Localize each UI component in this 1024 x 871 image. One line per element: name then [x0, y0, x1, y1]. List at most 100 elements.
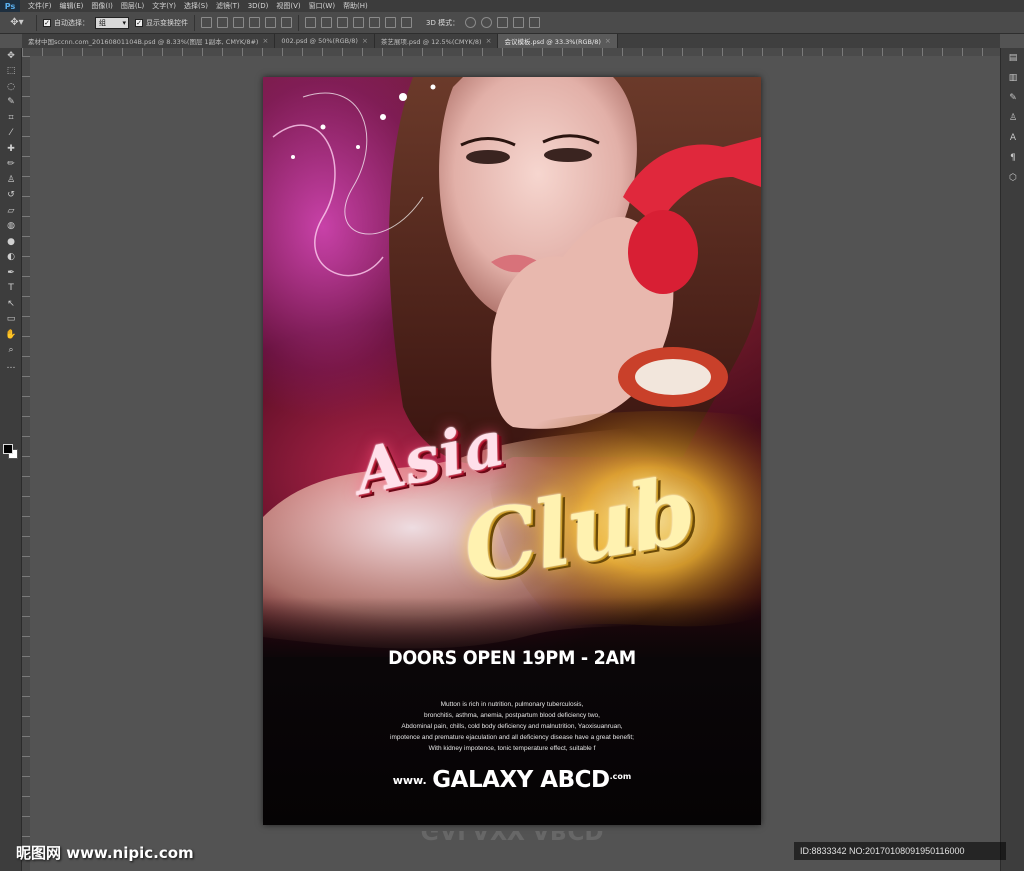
divider	[194, 14, 195, 31]
body-line: impotence and premature ejaculation and …	[390, 734, 634, 741]
dodge-tool-icon[interactable]: ◐	[0, 250, 22, 266]
drag-3d-icon[interactable]	[497, 17, 509, 28]
sparkle	[320, 124, 326, 130]
menu-layer[interactable]: 图层(L)	[117, 0, 148, 12]
shape-tool-icon[interactable]: ▭	[0, 312, 22, 328]
menu-3d[interactable]: 3D(D)	[244, 0, 273, 12]
menu-help[interactable]: 帮助(H)	[339, 0, 372, 12]
paint-bucket-tool-icon[interactable]: ◍	[0, 219, 22, 235]
auto-select-dropdown[interactable]: 组	[95, 16, 129, 29]
checkbox-checked-icon[interactable]: ✓	[135, 18, 143, 27]
scale-3d-icon[interactable]	[529, 17, 541, 28]
rotate-3d-icon[interactable]	[465, 17, 477, 28]
watermark-site: 昵图网 www.nipic.com	[16, 844, 194, 862]
distribute-bottom-icon[interactable]	[337, 17, 348, 28]
move-tool-icon[interactable]: ✥▾	[4, 15, 30, 31]
align-top-icon[interactable]	[201, 17, 212, 28]
menu-type[interactable]: 文字(Y)	[148, 0, 180, 12]
divider	[36, 14, 37, 31]
brush-tool-icon[interactable]: ✏	[0, 157, 22, 173]
crop-tool-icon[interactable]: ⌗	[0, 110, 22, 126]
menu-select[interactable]: 选择(S)	[180, 0, 212, 12]
roll-3d-icon[interactable]	[481, 17, 493, 28]
menu-bar: Ps 文件(F) 编辑(E) 图像(I) 图层(L) 文字(Y) 选择(S) 滤…	[0, 0, 1024, 12]
foreground-color-swatch[interactable]	[3, 444, 13, 454]
clone-stamp-tool-icon[interactable]: ♙	[0, 172, 22, 188]
marquee-tool-icon[interactable]: ⬚	[0, 64, 22, 80]
zoom-tool-icon[interactable]: ⌕	[0, 343, 22, 359]
align-vcenter-icon[interactable]	[217, 17, 228, 28]
auto-select-checkbox[interactable]: ✓ 自动选择：	[43, 18, 89, 28]
blur-tool-icon[interactable]: ●	[0, 234, 22, 250]
hand-tool-icon[interactable]: ✋	[0, 327, 22, 343]
collapsed-panels: ▤ ▥ ✎ ♙ A ¶ ⬡	[1000, 48, 1024, 871]
type-tool-icon[interactable]: T	[0, 281, 22, 297]
document-canvas[interactable]: Asia Club DOORS OPEN 19PM - 2AM Mutton i…	[30, 56, 1000, 871]
align-right-icon[interactable]	[281, 17, 292, 28]
tab-document-4[interactable]: 会议模板.psd @ 33.3%(RGB/8) ×	[498, 34, 618, 48]
menu-window[interactable]: 窗口(W)	[305, 0, 339, 12]
distribute-hcenter-icon[interactable]	[369, 17, 380, 28]
lasso-tool-icon[interactable]: ◌	[0, 79, 22, 95]
healing-brush-tool-icon[interactable]: ✚	[0, 141, 22, 157]
align-bottom-icon[interactable]	[233, 17, 244, 28]
clone-source-panel-icon[interactable]: ♙	[1001, 108, 1024, 128]
menu-image[interactable]: 图像(I)	[87, 0, 117, 12]
tab-document-2[interactable]: 002.psd @ 50%(RGB/8) ×	[275, 34, 375, 48]
options-bar: ✥▾ ✓ 自动选择： 组 ✓ 显示变换控件	[0, 12, 1024, 34]
distribute-top-icon[interactable]	[305, 17, 316, 28]
distribute-left-icon[interactable]	[353, 17, 364, 28]
path-select-tool-icon[interactable]: ↖	[0, 296, 22, 312]
close-icon[interactable]: ×	[262, 37, 268, 45]
auto-align-icon[interactable]	[401, 17, 412, 28]
tab-label: 茶艺展项.psd @ 12.5%(CMYK/8)	[380, 38, 482, 46]
sparkle	[380, 114, 386, 120]
tab-document-1[interactable]: 素材中国sccnn.com_20160801104B.psd @ 8.33%(图…	[22, 34, 276, 48]
character-panel-icon[interactable]: A	[1001, 128, 1024, 148]
horizontal-ruler[interactable]	[22, 48, 1000, 56]
menu-filter[interactable]: 滤镜(T)	[212, 0, 244, 12]
doors-open-text: DOORS OPEN 19PM - 2AM	[388, 648, 636, 670]
close-icon[interactable]: ×	[362, 37, 368, 45]
show-transform-checkbox[interactable]: ✓ 显示变换控件	[135, 18, 188, 28]
align-left-icon[interactable]	[249, 17, 260, 28]
eye-right	[544, 148, 592, 162]
more-tools-icon[interactable]: …	[0, 358, 22, 374]
poster-reflection: GALAXY ABCD	[263, 831, 761, 871]
3d-panel-icon[interactable]: ⬡	[1001, 168, 1024, 188]
move-tool-icon[interactable]: ✥	[0, 48, 22, 64]
slide-3d-icon[interactable]	[513, 17, 525, 28]
pen-tool-icon[interactable]: ✒	[0, 265, 22, 281]
distribute-vcenter-icon[interactable]	[321, 17, 332, 28]
distribute-right-icon[interactable]	[385, 17, 396, 28]
sparkle	[356, 145, 360, 149]
eye-left	[466, 150, 510, 164]
align-hcenter-icon[interactable]	[265, 17, 276, 28]
tab-label: 素材中国sccnn.com_20160801104B.psd @ 8.33%(图…	[28, 38, 259, 46]
photoshop-window: Ps 文件(F) 编辑(E) 图像(I) 图层(L) 文字(Y) 选择(S) 滤…	[0, 0, 1024, 871]
auto-select-label: 自动选择：	[54, 18, 89, 27]
body-line: With kidney impotence, tonic temperature…	[428, 745, 596, 752]
quick-select-tool-icon[interactable]: ✎	[0, 95, 22, 111]
brush-panel-icon[interactable]: ✎	[1001, 88, 1024, 108]
eyedropper-tool-icon[interactable]: ⁄	[0, 126, 22, 142]
history-brush-tool-icon[interactable]: ↺	[0, 188, 22, 204]
menu-file[interactable]: 文件(F)	[24, 0, 56, 12]
tab-label: 002.psd @ 50%(RGB/8)	[281, 37, 358, 45]
menu-view[interactable]: 视图(V)	[272, 0, 304, 12]
paragraph-panel-icon[interactable]: ¶	[1001, 148, 1024, 168]
tab-document-3[interactable]: 茶艺展项.psd @ 12.5%(CMYK/8) ×	[375, 34, 499, 48]
divider	[298, 14, 299, 31]
checkbox-checked-icon[interactable]: ✓	[43, 18, 51, 27]
properties-panel-icon[interactable]: ▥	[1001, 68, 1024, 88]
menu-edit[interactable]: 编辑(E)	[56, 0, 88, 12]
body-line: Mutton is rich in nutrition, pulmonary t…	[440, 701, 584, 708]
poster-body-text: Mutton is rich in nutrition, pulmonary t…	[263, 699, 761, 754]
history-panel-icon[interactable]: ▤	[1001, 48, 1024, 68]
eraser-tool-icon[interactable]: ▱	[0, 203, 22, 219]
close-icon[interactable]: ×	[486, 37, 492, 45]
sparkle	[291, 155, 295, 159]
vertical-ruler[interactable]	[22, 56, 30, 871]
body-line: Abdominal pain, chills, cold body defici…	[401, 723, 623, 730]
close-icon[interactable]: ×	[605, 37, 611, 45]
